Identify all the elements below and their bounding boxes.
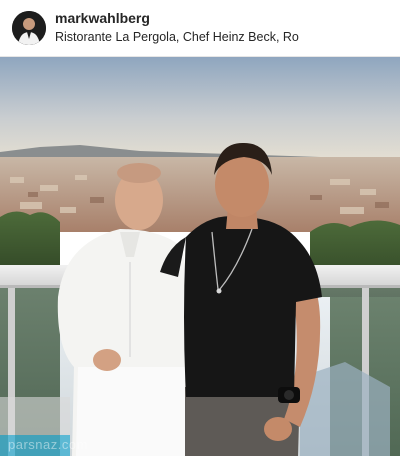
post-header: markwahlberg Ristorante La Pergola, Chef… xyxy=(0,0,400,57)
avatar[interactable] xyxy=(12,11,46,45)
location-tag[interactable]: Ristorante La Pergola, Chef Heinz Beck, … xyxy=(55,29,355,46)
photo-image xyxy=(0,57,400,456)
avatar-image xyxy=(12,11,46,45)
post-meta: markwahlberg Ristorante La Pergola, Chef… xyxy=(55,10,355,46)
username[interactable]: markwahlberg xyxy=(55,10,355,27)
watermark: parsnaz.com xyxy=(8,437,88,452)
post-photo[interactable]: parsnaz.com xyxy=(0,57,400,456)
